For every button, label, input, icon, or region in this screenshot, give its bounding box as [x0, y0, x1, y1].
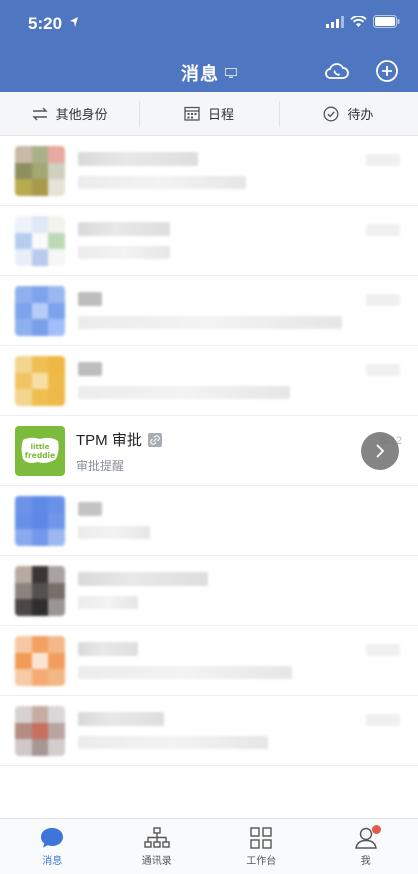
- conversation-row[interactable]: [0, 136, 418, 206]
- conversation-row-tpm-approval[interactable]: little freddie TPM 审批 审批提醒 8/12: [0, 416, 418, 486]
- avatar: [15, 356, 65, 406]
- tab-workbench-label: 工作台: [246, 856, 277, 867]
- org-chart-icon: [144, 827, 170, 848]
- preview-placeholder: [78, 176, 246, 189]
- tab-messages[interactable]: 消息: [0, 819, 105, 874]
- preview-placeholder: [78, 316, 342, 329]
- tpm-avatar-logo: little freddie: [15, 426, 65, 476]
- desktop-monitor-icon: [225, 67, 237, 78]
- svg-text:little: little: [31, 443, 50, 451]
- name-placeholder: [78, 292, 102, 306]
- preview-placeholder: [78, 526, 150, 539]
- chat-bubble-icon: [41, 828, 64, 848]
- avatar: [15, 706, 65, 756]
- cloud-phone-icon[interactable]: [324, 58, 350, 84]
- conversation-preview: 审批提醒: [76, 459, 125, 473]
- status-time: 5:20: [28, 14, 63, 33]
- time-placeholder: [366, 714, 400, 726]
- time-placeholder: [366, 644, 400, 656]
- check-circle-icon: [323, 106, 339, 121]
- name-placeholder: [78, 152, 198, 166]
- other-identity-label: 其他身份: [55, 107, 108, 122]
- conversation-row[interactable]: [0, 556, 418, 626]
- name-placeholder: [78, 502, 102, 516]
- avatar: [15, 146, 65, 196]
- name-placeholder: [78, 362, 102, 376]
- tab-contacts[interactable]: 通讯录: [105, 819, 210, 874]
- preview-placeholder: [78, 246, 170, 259]
- preview-placeholder: [78, 386, 290, 399]
- bottom-tab-bar: 消息 通讯录 工作台 我: [0, 818, 418, 874]
- app-header: 5:20 消息: [0, 0, 418, 92]
- avatar: [15, 636, 65, 686]
- other-identity-button[interactable]: 其他身份: [0, 92, 139, 135]
- signal-icon: [326, 15, 344, 28]
- todo-label: 待办: [347, 107, 374, 122]
- avatar: [15, 216, 65, 266]
- tab-workbench[interactable]: 工作台: [209, 819, 314, 874]
- conversation-row[interactable]: [0, 206, 418, 276]
- battery-icon: [373, 15, 400, 28]
- status-indicators: [326, 15, 400, 28]
- time-placeholder: [366, 364, 400, 376]
- tab-messages-label: 消息: [42, 856, 63, 867]
- name-placeholder: [78, 572, 208, 586]
- little-freddie-logo-icon: little freddie: [21, 437, 59, 463]
- preview-placeholder: [78, 736, 268, 749]
- conversation-row[interactable]: [0, 486, 418, 556]
- avatar: [15, 286, 65, 336]
- time-placeholder: [366, 294, 400, 306]
- avatar: [15, 496, 65, 546]
- notification-badge: [371, 825, 381, 834]
- tab-me[interactable]: 我: [314, 819, 418, 874]
- switch-arrows-icon: [31, 107, 48, 120]
- time-placeholder: [366, 224, 400, 236]
- grid-icon: [250, 827, 272, 849]
- time-placeholder: [366, 154, 400, 166]
- schedule-button[interactable]: 日程: [139, 92, 278, 135]
- conversation-row[interactable]: [0, 276, 418, 346]
- page-title: 消息: [181, 64, 219, 84]
- location-arrow-icon: [70, 17, 78, 27]
- wifi-icon: [350, 15, 367, 27]
- svg-text:freddie: freddie: [25, 451, 55, 460]
- preview-placeholder: [78, 596, 138, 609]
- chevron-right-icon: [376, 444, 385, 458]
- conversation-row[interactable]: [0, 696, 418, 766]
- preview-placeholder: [78, 666, 292, 679]
- tpm-title-wrap: TPM 审批: [76, 429, 162, 450]
- floating-expand-button[interactable]: [361, 432, 399, 470]
- calendar-icon: [184, 106, 200, 121]
- conversation-name: TPM 审批: [76, 432, 142, 449]
- name-placeholder: [78, 642, 138, 656]
- tab-me-label: 我: [360, 856, 371, 867]
- link-badge-icon: [147, 432, 162, 447]
- name-placeholder: [78, 712, 164, 726]
- tab-contacts-label: 通讯录: [141, 856, 172, 867]
- conversation-row[interactable]: [0, 626, 418, 696]
- conversation-list: little freddie TPM 审批 审批提醒 8/12: [0, 136, 418, 766]
- add-icon[interactable]: [374, 58, 400, 84]
- conversation-row[interactable]: [0, 346, 418, 416]
- schedule-label: 日程: [207, 107, 234, 122]
- avatar: [15, 566, 65, 616]
- name-placeholder: [78, 222, 170, 236]
- quick-actions-bar: 其他身份 日程 待办: [0, 92, 418, 136]
- todo-button[interactable]: 待办: [278, 92, 418, 135]
